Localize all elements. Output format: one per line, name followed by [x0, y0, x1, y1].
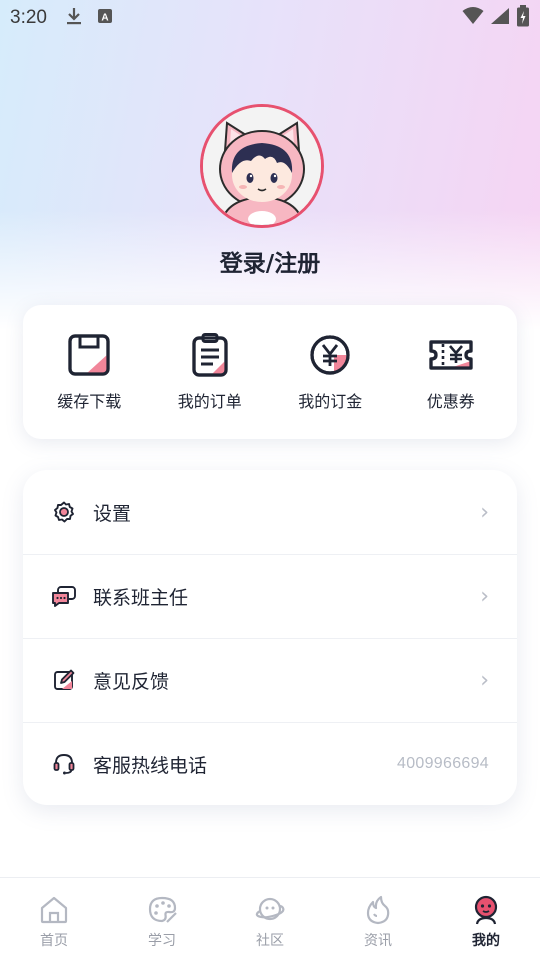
- quick-label-cache: 缓存下载: [57, 392, 122, 411]
- wifi-icon: [462, 7, 484, 29]
- chevron-right-icon: ›: [480, 583, 489, 609]
- nav-label-news: 资讯: [364, 933, 392, 949]
- coupon-ticket-icon: [429, 340, 473, 370]
- nav-tab-study[interactable]: 学习: [108, 894, 216, 950]
- chat-bubbles-icon: [51, 583, 77, 609]
- quick-label-orders: 我的订单: [177, 392, 242, 411]
- nav-tab-community[interactable]: 社区: [216, 894, 324, 950]
- nav-tab-mine[interactable]: 我的: [432, 894, 540, 950]
- profile-face-icon: [474, 895, 498, 925]
- my-orders-button[interactable]: 我的订单: [155, 332, 265, 412]
- nav-label-home: 首页: [40, 933, 68, 949]
- chevron-right-icon: ›: [480, 667, 489, 693]
- coupons-button[interactable]: 优惠券: [396, 332, 506, 412]
- menu-item-hotline[interactable]: 客服热线电话 4009966694: [23, 722, 517, 806]
- quick-label-deposit: 我的订金: [298, 392, 363, 411]
- flame-icon: [366, 895, 390, 925]
- settings-menu-card: 设置 › 联系班主任 › 意见反馈 › 客服热线电话 4009966694: [23, 470, 517, 805]
- menu-label-hotline: 客服热线电话: [93, 754, 208, 777]
- quick-actions-card: 缓存下载 我的订单 我的订金 优惠券: [23, 305, 517, 439]
- menu-item-contact-teacher[interactable]: 联系班主任 ›: [23, 554, 517, 638]
- planet-face-icon: [255, 897, 285, 921]
- avatar[interactable]: [200, 104, 324, 228]
- yen-coin-icon: [310, 335, 350, 375]
- floppy-download-icon: [68, 334, 110, 376]
- cat-hood-avatar-icon: [203, 107, 321, 225]
- edit-note-icon: [51, 667, 77, 693]
- text-a-icon: A: [97, 8, 113, 28]
- nav-label-study: 学习: [148, 933, 176, 949]
- nav-tab-news[interactable]: 资讯: [324, 894, 432, 950]
- status-time: 3:20: [10, 7, 47, 28]
- svg-text:A: A: [101, 13, 108, 24]
- nav-label-mine: 我的: [472, 933, 500, 949]
- menu-label-settings: 设置: [93, 502, 132, 525]
- quick-label-coupons: 优惠券: [426, 392, 475, 411]
- status-bar: 3:20 A: [0, 0, 540, 36]
- signal-icon: [490, 7, 510, 29]
- cache-download-button[interactable]: 缓存下载: [34, 332, 144, 412]
- menu-label-contact: 联系班主任: [93, 586, 189, 609]
- hotline-phone-number[interactable]: 4009966694: [397, 755, 489, 773]
- chevron-right-icon: ›: [480, 499, 489, 525]
- login-register-link[interactable]: 登录/注册: [0, 244, 540, 278]
- my-deposit-button[interactable]: 我的订金: [275, 332, 385, 412]
- gear-icon: [51, 499, 77, 525]
- bottom-nav: 首页 学习 社区 资讯 我的: [0, 877, 540, 960]
- menu-item-feedback[interactable]: 意见反馈 ›: [23, 638, 517, 722]
- battery-icon: [516, 5, 530, 31]
- nav-label-community: 社区: [256, 933, 284, 949]
- menu-label-feedback: 意见反馈: [93, 670, 170, 693]
- menu-item-settings[interactable]: 设置 ›: [23, 470, 517, 554]
- headset-icon: [51, 751, 77, 777]
- clipboard-order-icon: [192, 333, 228, 377]
- palette-icon: [148, 896, 177, 923]
- download-icon: [65, 6, 83, 30]
- home-icon: [40, 896, 68, 924]
- nav-tab-home[interactable]: 首页: [0, 894, 108, 950]
